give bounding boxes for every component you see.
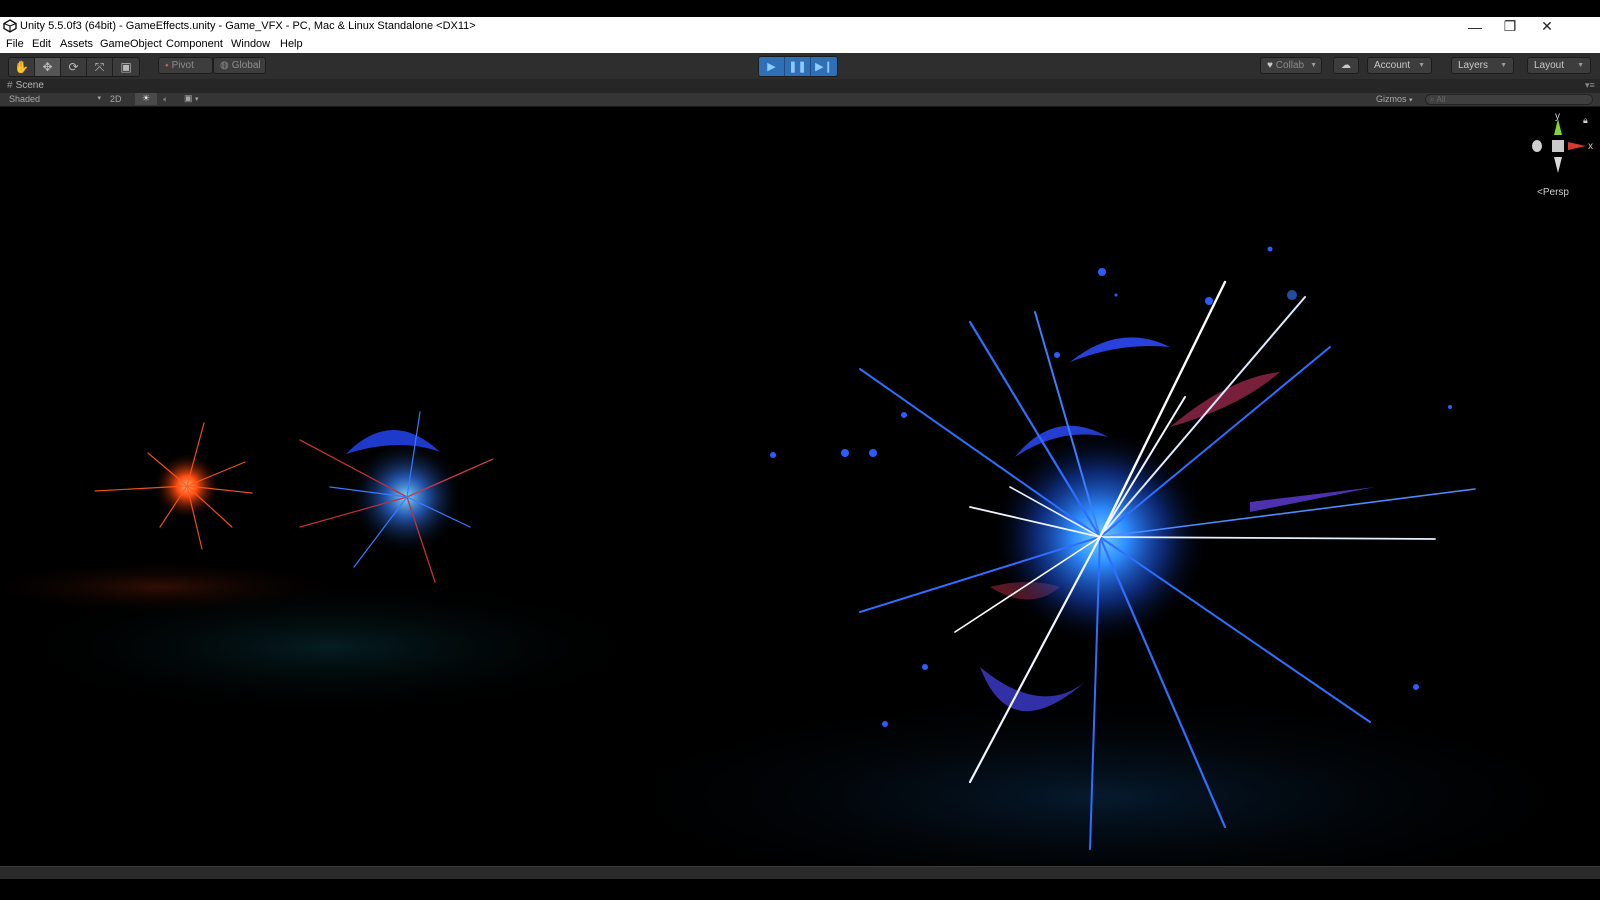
layers-label: Layers <box>1458 60 1489 71</box>
sun-icon: ☀ <box>141 93 151 103</box>
status-bar <box>0 866 1600 880</box>
chevron-down-icon: ▼ <box>1310 62 1318 69</box>
restore-icon: ❐ <box>1503 18 1517 34</box>
pivot-toggle[interactable]: ⬩ Pivot <box>158 57 213 74</box>
neg-x-axis-cone[interactable] <box>1532 140 1542 152</box>
window-title: Unity 5.5.0f3 (64bit) - GameEffects.unit… <box>20 20 476 32</box>
search-placeholder: All <box>1436 95 1446 104</box>
close-icon: ✕ <box>1541 18 1553 34</box>
gizmo-x-label: x <box>1588 141 1593 152</box>
orientation-gizmo[interactable]: y x 🔒︎ <Persp <box>1520 111 1596 199</box>
projection-toggle[interactable]: <Persp <box>1537 187 1569 198</box>
menu-window[interactable]: Window <box>231 38 270 50</box>
menu-gameobject[interactable]: GameObject <box>100 38 162 50</box>
scale-tool-button[interactable]: ⤧ <box>87 58 113 76</box>
speaker-icon: 🔈︎ <box>163 94 169 104</box>
scene-tab-bar: # Scene ▾≡ <box>0 79 1600 93</box>
global-icon: ◍ <box>220 60 229 71</box>
grid-icon: # <box>7 80 13 91</box>
main-toolbar: ✋ ✥ ⟳ ⤧ ▣ ⬩ Pivot ◍ Global ▶ ❚❚ ▶❙ ♥ Col… <box>0 53 1600 79</box>
account-dropdown[interactable]: Account ▼ <box>1367 57 1432 74</box>
pivot-icon: ⬩ <box>165 60 169 71</box>
screen-bottom-border <box>0 879 1600 900</box>
playback-controls: ▶ ❚❚ ▶❙ <box>758 56 838 77</box>
tab-scene-label: Scene <box>15 80 44 91</box>
scale-icon: ⤧ <box>94 59 105 74</box>
hand-tool-button[interactable]: ✋ <box>9 58 35 76</box>
global-toggle[interactable]: ◍ Global <box>213 57 266 74</box>
tab-menu-icon[interactable]: ▾≡ <box>1585 80 1595 91</box>
hand-icon: ✋ <box>14 60 29 74</box>
minimize-icon: — <box>1468 18 1482 35</box>
play-button[interactable]: ▶ <box>759 57 785 76</box>
gizmo-y-label: y <box>1555 111 1560 122</box>
global-label: Global <box>231 60 261 71</box>
layout-dropdown[interactable]: Layout ▼ <box>1527 57 1591 74</box>
gizmos-label: Gizmos <box>1376 94 1407 104</box>
projection-label: Persp <box>1542 187 1569 198</box>
scene-viewport[interactable]: y x 🔒︎ <Persp <box>0 107 1600 866</box>
rect-tool-button[interactable]: ▣ <box>113 58 139 76</box>
move-icon: ✥ <box>42 60 53 74</box>
small-blue-particle-burst <box>299 411 494 583</box>
audio-toggle[interactable]: 🔈︎ <box>163 94 168 105</box>
tab-scene[interactable]: # Scene <box>7 80 44 91</box>
image-icon: ▣ <box>184 93 193 103</box>
account-label: Account <box>1374 60 1411 71</box>
layout-label: Layout <box>1534 60 1565 71</box>
title-bar: Unity 5.5.0f3 (64bit) - GameEffects.unit… <box>0 17 1600 36</box>
scene-toolbar: Shaded ▾ 2D ☀ 🔈︎ ▣ ▾ Gizmos ▾ ⌕ All <box>0 93 1600 107</box>
menu-file[interactable]: File <box>6 38 24 50</box>
rect-icon: ▣ <box>120 60 132 74</box>
layers-dropdown[interactable]: Layers ▼ <box>1451 57 1514 74</box>
shading-mode-label: Shaded <box>9 94 41 104</box>
step-button[interactable]: ▶❙ <box>811 57 837 76</box>
chevron-down-icon: ▼ <box>1577 62 1584 69</box>
play-icon: ▶ <box>767 61 776 73</box>
effects-dropdown[interactable]: ▣ ▾ <box>184 93 199 104</box>
collab-label: Collab <box>1275 60 1305 71</box>
gizmos-dropdown[interactable]: Gizmos ▾ <box>1376 94 1413 104</box>
menu-edit[interactable]: Edit <box>32 38 51 50</box>
lighting-toggle[interactable]: ☀ <box>135 93 157 105</box>
x-axis-cone[interactable] <box>1568 142 1586 150</box>
search-icon: ⌕ <box>1430 94 1435 104</box>
close-button[interactable]: ✕ <box>1530 17 1564 36</box>
lock-icon[interactable]: 🔒︎ <box>1583 115 1588 126</box>
chevron-down-icon: ▾ <box>195 96 199 103</box>
cloud-icon: ☁ <box>1341 60 1351 71</box>
2d-label: 2D <box>110 94 122 104</box>
chevron-down-icon: ▾ <box>97 95 101 102</box>
menu-help[interactable]: Help <box>280 38 303 50</box>
chevron-down-icon: ▾ <box>1409 97 1413 104</box>
pause-icon: ❚❚ <box>788 61 807 73</box>
center-cube[interactable] <box>1552 140 1564 152</box>
move-tool-button[interactable]: ✥ <box>35 58 61 76</box>
scene-search-input[interactable]: ⌕ All <box>1425 94 1593 105</box>
collab-icon: ♥ <box>1267 60 1273 71</box>
scene-render <box>0 246 1600 866</box>
collab-dropdown[interactable]: ♥ Collab ▼ <box>1260 57 1322 74</box>
restore-button[interactable]: ❐ <box>1493 17 1527 36</box>
chevron-down-icon: ▼ <box>1418 62 1425 69</box>
transform-tools: ✋ ✥ ⟳ ⤧ ▣ <box>8 57 140 77</box>
2d-toggle[interactable]: 2D <box>110 94 122 104</box>
minimize-button[interactable]: — <box>1458 17 1492 36</box>
neg-y-axis-cone[interactable] <box>1554 157 1562 173</box>
pause-button[interactable]: ❚❚ <box>785 57 811 76</box>
cloud-button[interactable]: ☁ <box>1333 57 1359 74</box>
unity-logo-icon <box>3 19 17 33</box>
menu-bar: File Edit Assets GameObject Component Wi… <box>0 36 1600 54</box>
step-icon: ▶❙ <box>815 61 833 73</box>
shading-mode-dropdown[interactable]: Shaded ▾ <box>9 94 101 104</box>
chevron-down-icon: ▼ <box>1500 62 1507 69</box>
menu-assets[interactable]: Assets <box>60 38 93 50</box>
pivot-label: Pivot <box>171 60 194 71</box>
rotate-icon: ⟳ <box>68 60 79 74</box>
menu-component[interactable]: Component <box>166 38 223 50</box>
orange-particle-burst <box>94 422 253 550</box>
rotate-tool-button[interactable]: ⟳ <box>61 58 87 76</box>
